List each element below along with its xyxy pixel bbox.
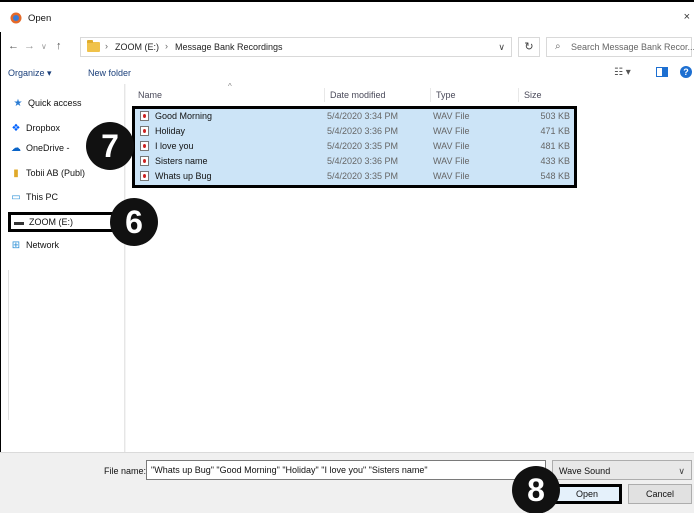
sort-ascending-icon: ^ <box>228 82 232 91</box>
file-list: Name ^ Date modified Type Size Good Morn… <box>128 82 694 452</box>
file-name: Whats up Bug <box>155 171 212 181</box>
chevron-down-icon: ∨ <box>678 466 685 476</box>
breadcrumb-separator: › <box>105 41 108 51</box>
sidebar-item-label: Quick access <box>28 98 82 108</box>
building-icon: ▮ <box>13 168 19 179</box>
file-size: 481 KB <box>540 141 570 151</box>
audio-file-icon <box>140 126 149 136</box>
column-header-date[interactable]: Date modified <box>330 90 386 100</box>
file-date: 5/4/2020 3:34 PM <box>327 111 399 121</box>
breadcrumb-folder[interactable]: Message Bank Recordings <box>175 42 283 52</box>
window-title: Open <box>28 13 52 24</box>
sidebar-item-quick-access[interactable]: ★ Quick access <box>12 98 82 114</box>
file-date: 5/4/2020 3:36 PM <box>327 156 399 166</box>
address-row: ← → ∨ ↑ › ZOOM (E:) › Message Bank Recor… <box>0 36 694 58</box>
audio-file-icon <box>140 111 149 121</box>
column-header-type[interactable]: Type <box>436 90 456 100</box>
sidebar-item-label: Dropbox <box>26 123 61 133</box>
breadcrumb-drive[interactable]: ZOOM (E:) <box>115 42 159 52</box>
open-button[interactable]: Open <box>552 484 622 504</box>
step-callout-badge: 6 <box>110 198 158 246</box>
recent-locations-icon[interactable]: ∨ <box>41 42 47 51</box>
sidebar-item-tobii[interactable]: ▮ Tobii AB (Publ) <box>10 168 85 184</box>
file-row-whats-up-bug[interactable]: Whats up Bug 5/4/2020 3:35 PM WAV File 5… <box>135 169 574 184</box>
file-type: WAV File <box>433 141 470 151</box>
column-header-name[interactable]: Name <box>138 90 162 100</box>
help-icon[interactable]: ? <box>680 66 692 78</box>
column-divider[interactable] <box>430 88 431 102</box>
file-name: I love you <box>155 141 194 151</box>
chevron-down-icon[interactable]: ∨ <box>498 42 505 53</box>
sidebar-item-dropbox[interactable]: ❖ Dropbox <box>10 123 61 139</box>
dropbox-icon: ❖ <box>11 123 21 134</box>
audio-file-icon <box>140 156 149 166</box>
app-icon <box>10 12 22 24</box>
forward-arrow-icon[interactable]: → <box>24 40 35 52</box>
file-size: 503 KB <box>540 111 570 121</box>
sidebar-item-label: Tobii AB (Publ) <box>26 168 86 178</box>
dialog-footer: File name: Wave Sound ∨ Open Cancel <box>0 452 694 513</box>
address-bar[interactable]: › ZOOM (E:) › Message Bank Recordings ∨ <box>80 37 512 57</box>
column-divider[interactable] <box>518 88 519 102</box>
drive-icon: ▬ <box>14 217 24 228</box>
sidebar-item-onedrive[interactable]: ☁ OneDrive - <box>10 143 70 159</box>
network-icon: ⊞ <box>11 240 21 251</box>
back-arrow-icon[interactable]: ← <box>8 40 19 52</box>
star-icon: ★ <box>13 98 23 109</box>
file-row-sisters-name[interactable]: Sisters name 5/4/2020 3:36 PM WAV File 4… <box>135 154 574 169</box>
close-icon[interactable]: × <box>684 11 690 23</box>
file-name: Holiday <box>155 126 186 136</box>
title-bar: Open × <box>0 2 694 32</box>
file-row-holiday[interactable]: Holiday 5/4/2020 3:36 PM WAV File 471 KB <box>135 124 574 139</box>
organize-button[interactable]: Organize ▾ <box>8 68 52 79</box>
file-size: 548 KB <box>540 171 570 181</box>
sidebar-item-label: OneDrive - <box>26 143 70 153</box>
file-type: WAV File <box>433 126 470 136</box>
search-placeholder: Search Message Bank Recor... <box>571 42 694 52</box>
file-size: 471 KB <box>540 126 570 136</box>
audio-file-icon <box>140 171 149 181</box>
sidebar-item-label: This PC <box>26 192 59 202</box>
pane-border <box>8 270 9 420</box>
computer-icon: ▭ <box>11 192 21 203</box>
file-row-good-morning[interactable]: Good Morning 5/4/2020 3:34 PM WAV File 5… <box>135 109 574 124</box>
column-header-size[interactable]: Size <box>524 90 542 100</box>
file-date: 5/4/2020 3:36 PM <box>327 126 399 136</box>
file-name: Good Morning <box>155 111 213 121</box>
sidebar-item-network[interactable]: ⊞ Network <box>10 240 59 256</box>
sidebar-item-label: ZOOM (E:) <box>29 217 73 227</box>
sidebar-item-this-pc[interactable]: ▭ This PC <box>10 192 58 208</box>
column-divider[interactable] <box>324 88 325 102</box>
file-name-label: File name: <box>104 466 147 476</box>
file-type: WAV File <box>433 111 470 121</box>
preview-pane-icon[interactable] <box>656 67 668 77</box>
audio-file-icon <box>140 141 149 151</box>
sidebar-item-label: Network <box>26 240 60 250</box>
sidebar-item-zoom-drive[interactable]: ▬ ZOOM (E:) <box>8 212 124 232</box>
up-arrow-icon[interactable]: ↑ <box>56 40 62 52</box>
search-icon: ⌕ <box>555 41 561 52</box>
view-options-icon[interactable]: ☷ ▾ <box>614 67 631 78</box>
file-size: 433 KB <box>540 156 570 166</box>
step-callout-badge: 7 <box>86 122 134 170</box>
cancel-button[interactable]: Cancel <box>628 484 692 504</box>
refresh-button[interactable]: ↻ <box>518 37 540 57</box>
step-callout-badge: 8 <box>512 466 560 513</box>
search-input[interactable]: ⌕ Search Message Bank Recor... <box>546 37 694 57</box>
file-name-field[interactable] <box>146 460 546 480</box>
file-date: 5/4/2020 3:35 PM <box>327 141 399 151</box>
file-row-i-love-you[interactable]: I love you 5/4/2020 3:35 PM WAV File 481… <box>135 139 574 154</box>
folder-icon <box>87 40 100 52</box>
new-folder-button[interactable]: New folder <box>88 68 131 78</box>
breadcrumb-separator: › <box>165 41 168 51</box>
file-type-value: Wave Sound <box>559 466 611 476</box>
file-type: WAV File <box>433 156 470 166</box>
sidebar-item-zoom: ▬ ZOOM (E:) <box>13 217 73 233</box>
file-date: 5/4/2020 3:35 PM <box>327 171 399 181</box>
command-bar: Organize ▾ New folder ☷ ▾ ? <box>0 64 694 84</box>
cloud-icon: ☁ <box>11 143 21 154</box>
file-type: WAV File <box>433 171 470 181</box>
file-name: Sisters name <box>155 156 208 166</box>
file-type-select[interactable]: Wave Sound ∨ <box>552 460 692 480</box>
